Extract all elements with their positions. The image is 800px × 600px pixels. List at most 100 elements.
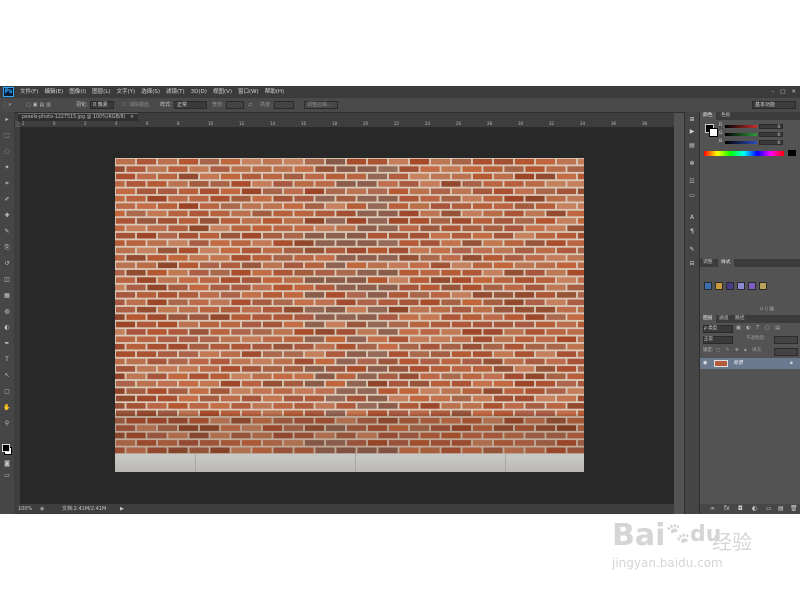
quick-mask-icon[interactable]: ◙: [3, 460, 11, 468]
styles-panel-icons[interactable]: ▫ ▯ ▥: [760, 306, 774, 312]
feather-input[interactable]: 0 像素: [90, 101, 114, 109]
delete-layer-icon[interactable]: 🗑︎: [790, 504, 798, 514]
tab-layers[interactable]: 图层: [700, 315, 716, 323]
link-layers-icon[interactable]: ∞: [710, 504, 715, 514]
rgb-value-r[interactable]: 0: [759, 124, 783, 129]
lasso-tool-icon[interactable]: ◌: [3, 148, 11, 156]
status-menu-arrow[interactable]: ▶: [120, 504, 124, 514]
quick-select-tool-icon[interactable]: ✦: [3, 164, 11, 172]
marquee-preset-icon[interactable]: ⬚▾: [4, 98, 11, 112]
tab-paths[interactable]: 路径: [732, 315, 748, 323]
navigator-panel-icon[interactable]: ▭: [688, 192, 696, 200]
menu-item[interactable]: 文字(Y): [117, 86, 136, 98]
layer-kind-filter[interactable]: ρ 类型: [703, 325, 733, 333]
adjustment-layer-icon[interactable]: ◐: [752, 504, 757, 514]
hand-tool-icon[interactable]: ✋: [3, 404, 11, 412]
style-swatch-6[interactable]: [759, 282, 767, 290]
tab-color[interactable]: 颜色: [700, 112, 716, 120]
actions-panel-icon[interactable]: ▶: [688, 128, 696, 136]
style-swatch-1[interactable]: [704, 282, 712, 290]
workspace-switcher[interactable]: 基本功能: [752, 101, 796, 109]
minimize-button[interactable]: –: [771, 86, 774, 98]
visibility-eye-icon[interactable]: ◉: [703, 358, 707, 369]
blend-mode-select[interactable]: 正常: [703, 336, 733, 344]
rgb-slider-b[interactable]: [725, 141, 757, 144]
zoom-tool-icon[interactable]: ⚲: [3, 420, 11, 428]
menu-item[interactable]: 文件(F): [20, 86, 38, 98]
menu-item[interactable]: 图像(I): [69, 86, 86, 98]
document-canvas[interactable]: [115, 158, 584, 472]
eyedropper-tool-icon[interactable]: ✐: [3, 196, 11, 204]
blur-tool-icon[interactable]: ◍: [3, 308, 11, 316]
black-white-picker[interactable]: [788, 150, 796, 156]
style-swatch-3[interactable]: [726, 282, 734, 290]
screen-mode-icon[interactable]: ▭: [3, 472, 11, 480]
layer-filter-icons[interactable]: ▣ ◐ T ▢ ▤: [736, 325, 782, 331]
style-select[interactable]: 正常: [174, 101, 207, 109]
layer-mask-icon[interactable]: ◘: [738, 504, 743, 514]
height-input[interactable]: [274, 101, 294, 109]
width-input[interactable]: [226, 101, 244, 109]
new-group-icon[interactable]: ▭: [766, 504, 772, 514]
brush-panel-icon[interactable]: ▤: [688, 142, 696, 150]
type-tool-icon[interactable]: T: [3, 356, 11, 364]
eraser-tool-icon[interactable]: ◫: [3, 276, 11, 284]
layer-row-background[interactable]: ◉ 背景 🔒︎: [700, 358, 800, 369]
antialias-checkbox[interactable]: ☐: [122, 98, 126, 112]
gradient-tool-icon[interactable]: ▦: [3, 292, 11, 300]
history-panel-icon[interactable]: ⊞: [688, 116, 696, 124]
rgb-value-g[interactable]: 0: [759, 132, 783, 137]
rgb-value-b[interactable]: 0: [759, 140, 783, 145]
tab-adjustments[interactable]: 调整: [700, 259, 716, 267]
style-swatch-2[interactable]: [715, 282, 723, 290]
layer-style-icon[interactable]: fx: [724, 504, 730, 514]
menu-item[interactable]: 3D(D): [191, 86, 207, 98]
menu-item[interactable]: 选择(S): [141, 86, 160, 98]
healing-tool-icon[interactable]: ✚: [3, 212, 11, 220]
shape-tool-icon[interactable]: ▢: [3, 388, 11, 396]
tab-channels[interactable]: 通道: [716, 315, 732, 323]
layer-name[interactable]: 背景: [733, 358, 743, 369]
info-panel-icon[interactable]: ☷: [688, 178, 696, 186]
new-layer-icon[interactable]: ▤: [778, 504, 784, 514]
panel-background-swatch[interactable]: [709, 128, 718, 137]
tab-swatches[interactable]: 色板: [718, 112, 734, 120]
horizontal-ruler[interactable]: 2 0 2 4 6 8 10 12 14 16 18 20 22 24 26 28 30 32 34 36 38: [20, 121, 674, 128]
vertical-ruler[interactable]: [14, 127, 21, 504]
crop-tool-icon[interactable]: ⌗: [3, 180, 11, 188]
character-panel-icon[interactable]: A: [688, 214, 696, 222]
foreground-color-swatch[interactable]: [2, 444, 10, 452]
menu-item[interactable]: 图层(L): [92, 86, 110, 98]
swap-icon[interactable]: ⇄: [248, 98, 252, 112]
fill-input[interactable]: [774, 348, 798, 356]
menu-item[interactable]: 窗口(W): [238, 86, 259, 98]
selection-mode-icons[interactable]: ▢▣▤▥: [26, 98, 53, 112]
menu-item[interactable]: 视图(V): [213, 86, 232, 98]
zoom-level[interactable]: 100%: [18, 504, 32, 514]
tab-close-icon[interactable]: ×: [130, 115, 134, 120]
menu-item[interactable]: 滤镜(T): [166, 86, 185, 98]
history-brush-tool-icon[interactable]: ↺: [3, 260, 11, 268]
rgb-slider-g[interactable]: [725, 133, 757, 136]
rgb-slider-r[interactable]: [725, 125, 757, 128]
tab-styles[interactable]: 样式: [718, 259, 734, 267]
properties-panel-icon[interactable]: ⊟: [688, 260, 696, 268]
dodge-tool-icon[interactable]: ◐: [3, 324, 11, 332]
lock-options[interactable]: ▢ ✎ ✥ 🔒︎: [716, 347, 748, 353]
menu-item[interactable]: 编辑(E): [44, 86, 63, 98]
style-swatch-5[interactable]: [748, 282, 756, 290]
brush-tool-icon[interactable]: ✎: [3, 228, 11, 236]
style-swatch-4[interactable]: [737, 282, 745, 290]
opacity-input[interactable]: [774, 336, 798, 344]
menu-item[interactable]: 帮助(H): [265, 86, 284, 98]
maximize-button[interactable]: □: [780, 86, 785, 98]
refine-edge-button[interactable]: 调整边缘...: [304, 101, 338, 109]
tool-presets-icon[interactable]: ✎: [688, 246, 696, 254]
color-spectrum[interactable]: [704, 151, 784, 156]
close-button[interactable]: ✕: [791, 86, 796, 98]
paragraph-panel-icon[interactable]: ¶: [688, 228, 696, 236]
pen-tool-icon[interactable]: ✒: [3, 340, 11, 348]
clone-source-icon[interactable]: ✻: [688, 160, 696, 168]
move-tool-icon[interactable]: ▸: [3, 116, 11, 124]
marquee-tool-icon[interactable]: ⬚: [3, 132, 11, 140]
